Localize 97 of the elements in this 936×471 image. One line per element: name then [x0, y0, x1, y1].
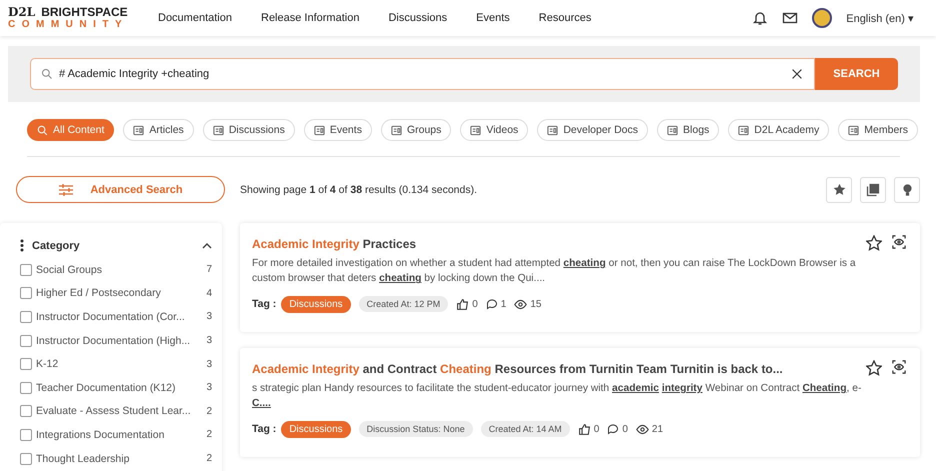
category-count: 3 [206, 311, 212, 322]
library-button[interactable] [860, 176, 886, 202]
category-label: Higher Ed / Postsecondary [36, 287, 161, 300]
star-icon[interactable] [866, 360, 882, 376]
sliders-icon [58, 182, 74, 196]
category-count: 3 [206, 358, 212, 370]
tag-label: Tag : [252, 298, 276, 310]
category-count: 4 [206, 288, 212, 299]
eye-icon [514, 298, 528, 311]
result-snippet: s strategic plan Handy resources to facilitate the student-educator journey with academic integrity Webinar on Contract Cheating, e-C.... [252, 382, 862, 412]
category-label: Instructor Documentation (High... [36, 334, 190, 347]
results-summary: Showing page 1 of 4 of 38 results (0.134 seconds). [240, 184, 478, 196]
filter-chip[interactable]: Discussions [202, 119, 295, 141]
nav-link[interactable]: Events [476, 12, 510, 24]
checkbox[interactable] [20, 310, 32, 323]
logo-brand: D2L [8, 6, 36, 18]
close-icon[interactable] [790, 67, 804, 81]
thumbs-up-icon [578, 422, 591, 436]
checkbox[interactable] [20, 287, 32, 300]
filter-chip[interactable]: Videos [460, 119, 528, 141]
document-icon [212, 124, 224, 136]
star-icon [832, 183, 846, 196]
comments-count: 0 [622, 424, 628, 435]
category-count: 2 [206, 453, 212, 464]
tag-label: Tag : [252, 423, 276, 436]
category-count: 3 [206, 335, 212, 346]
eye-icon [636, 422, 649, 436]
result-title[interactable]: Academic Integrity and Contract Cheating Resources from Turnitin Team Turnitin is back to... [252, 362, 908, 376]
search-icon [41, 68, 53, 80]
checkbox[interactable] [20, 358, 32, 370]
category-count: 7 [206, 264, 212, 276]
search-icon [37, 124, 48, 136]
category-count: 2 [206, 406, 212, 417]
chevron-icon[interactable] [202, 242, 212, 250]
avatar[interactable] [812, 8, 832, 28]
filter-chip[interactable]: Blogs [657, 119, 720, 141]
filter-chip[interactable]: Members [838, 119, 918, 141]
document-icon [390, 124, 402, 136]
document-icon [667, 124, 678, 136]
category-count: 3 [206, 382, 212, 394]
category-label: Social Groups [36, 264, 102, 276]
preview-icon[interactable] [892, 360, 906, 374]
checkbox[interactable] [20, 405, 32, 418]
document-icon [470, 124, 482, 136]
category-count: 2 [206, 429, 212, 440]
meta-chip: Created At: 12 PM [358, 296, 448, 312]
document-icon [738, 124, 750, 136]
comment-icon [486, 298, 498, 310]
views-count: 21 [652, 424, 664, 435]
category-title: Category [32, 240, 80, 252]
meta-chip: Discussion Status: None [358, 421, 473, 438]
logo-subtitle: COMMUNITY [8, 20, 130, 30]
nav-link[interactable]: Documentation [158, 12, 232, 24]
star-icon[interactable] [866, 235, 882, 251]
filter-chip[interactable]: Events [304, 119, 372, 141]
result-snippet: For more detailed investigation on whether a student had attempted cheating or not, then you can raise The LockDown Browser is a custom browser that deters cheating by locking down the Qui.... [252, 257, 857, 286]
filter-chip[interactable]: Groups [380, 119, 452, 141]
checkbox[interactable] [20, 264, 32, 276]
checkbox[interactable] [20, 452, 32, 465]
comment-icon [607, 423, 620, 436]
favorites-button[interactable] [826, 176, 852, 202]
lightbulb-icon [900, 182, 914, 196]
document-icon [314, 124, 325, 136]
category-label: Evaluate - Assess Student Lear... [36, 405, 191, 418]
document-icon [848, 124, 860, 136]
nav-link[interactable]: Discussions [388, 12, 448, 24]
comments-count: 1 [500, 298, 506, 310]
nav-link[interactable]: Resources [538, 12, 592, 24]
document-icon [133, 124, 144, 136]
category-label: K-12 [36, 358, 58, 370]
category-label: Teacher Documentation (K12) [36, 382, 176, 394]
result-title[interactable]: Academic Integrity Practices [252, 237, 908, 251]
stack-icon [866, 182, 880, 196]
likes-count: 0 [472, 298, 478, 310]
mail-icon[interactable] [782, 10, 798, 26]
language-selector[interactable]: English (en) ▾ [846, 12, 914, 24]
nav-link[interactable]: Release Information [261, 12, 360, 24]
search-field[interactable]: # Academic Integrity +cheating [30, 58, 815, 90]
category-label: Integrations Documentation [36, 428, 164, 441]
filter-chip[interactable]: Articles [123, 119, 194, 141]
category-label: Thought Leadership [36, 452, 130, 465]
filter-chip[interactable]: Developer Docs [537, 119, 648, 141]
meta-chip: Created At: 14 AM [480, 421, 570, 438]
thumbs-up-icon [456, 298, 470, 311]
more-icon[interactable] [20, 239, 24, 252]
views-count: 15 [530, 298, 542, 310]
document-icon [547, 124, 558, 136]
likes-count: 0 [594, 424, 600, 435]
checkbox[interactable] [20, 382, 32, 394]
logo-name: BRIGHTSPACE [41, 6, 128, 18]
category-label: Instructor Documentation (Cor... [36, 310, 185, 323]
filter-chip[interactable]: D2L Academy [728, 119, 830, 141]
checkbox[interactable] [20, 334, 32, 347]
checkbox[interactable] [20, 428, 32, 441]
preview-icon[interactable] [892, 235, 906, 249]
lightbulb-button[interactable] [894, 176, 920, 202]
bell-icon[interactable] [752, 10, 768, 26]
